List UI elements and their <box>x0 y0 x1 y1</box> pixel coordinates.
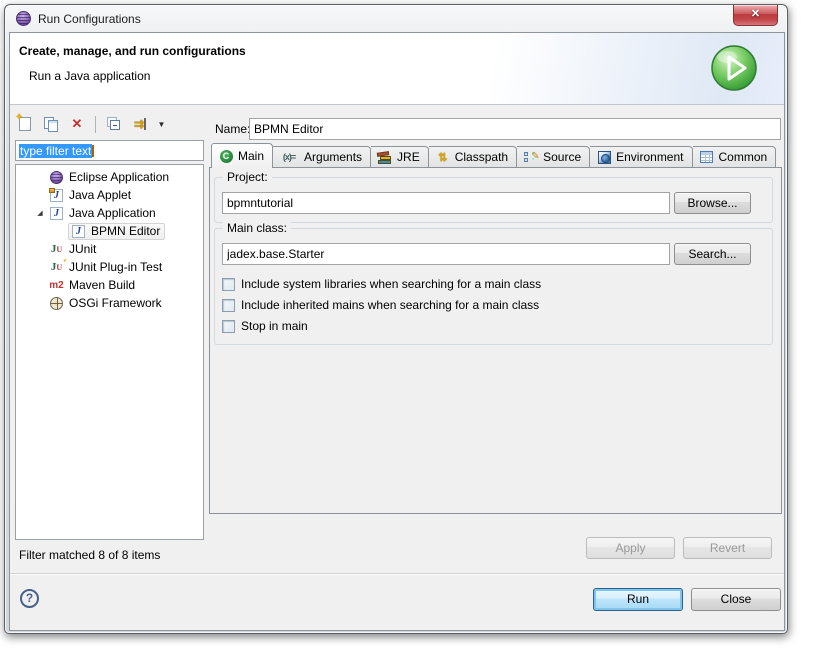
help-button[interactable]: ? <box>20 589 39 608</box>
tab-source[interactable]: ✎ Source <box>517 146 590 168</box>
browse-button[interactable]: Browse... <box>674 192 751 214</box>
new-configuration-icon: ✦ <box>19 117 31 131</box>
duplicate-icon <box>44 117 59 132</box>
tab-environment[interactable]: Environment <box>590 146 692 168</box>
main-class-label: Main class: <box>223 221 291 235</box>
checkbox-unchecked[interactable] <box>222 299 235 312</box>
close-button[interactable]: Close <box>691 588 781 611</box>
dialog-content: Create, manage, and run configurations R… <box>9 32 785 631</box>
java-applet-icon: J <box>49 188 64 203</box>
tab-jre[interactable]: JRE <box>371 146 429 168</box>
tree-item-maven-build[interactable]: m2 Maven Build <box>16 276 203 294</box>
tree-item-eclipse-application[interactable]: Eclipse Application <box>16 168 203 186</box>
name-input[interactable] <box>249 118 781 140</box>
checkbox-unchecked[interactable] <box>222 278 235 291</box>
environment-tab-icon <box>596 150 612 164</box>
main-tab-icon: C <box>218 149 234 163</box>
main-tab-panel: Project: Browse... Main class: Search...… <box>209 167 782 514</box>
window-close-button[interactable]: ✕ <box>733 5 778 26</box>
run-configurations-dialog: Run Configurations ✕ Create, manage, and… <box>4 4 788 634</box>
apply-button[interactable]: Apply <box>586 537 675 559</box>
tree-item-java-applet[interactable]: J Java Applet <box>16 186 203 204</box>
configurations-toolbar: ✦ ✕ ⇉ ▼ <box>15 112 168 136</box>
jre-tab-icon <box>377 150 393 164</box>
common-tab-icon <box>699 150 715 164</box>
tree-item-label: BPMN Editor <box>91 224 160 238</box>
tree-item-java-application[interactable]: ◢ J Java Application <box>16 204 203 222</box>
checkbox-row-system-libraries[interactable]: Include system libraries when searching … <box>222 276 541 292</box>
java-application-icon: J <box>71 224 86 239</box>
checkbox-label: Include system libraries when searching … <box>241 277 541 291</box>
classpath-tab-icon: ⇅ <box>435 150 451 164</box>
expand-arrow-icon[interactable]: ◢ <box>34 209 46 217</box>
checkbox-label: Include inherited mains when searching f… <box>241 298 539 312</box>
filter-icon: ⇉ <box>134 117 146 131</box>
tree-item-label: OSGi Framework <box>69 296 162 310</box>
titlebar[interactable]: Run Configurations <box>5 5 787 32</box>
main-class-input[interactable] <box>222 243 670 265</box>
checkbox-row-inherited-mains[interactable]: Include inherited mains when searching f… <box>222 297 539 313</box>
duplicate-configuration-button[interactable] <box>41 114 61 134</box>
banner-title: Create, manage, and run configurations <box>19 44 246 58</box>
main-class-group: Main class: Search... Include system lib… <box>214 228 773 345</box>
tab-classpath[interactable]: ⇅ Classpath <box>429 146 517 168</box>
java-application-icon: J <box>49 206 64 221</box>
eclipse-application-icon <box>49 170 64 185</box>
junit-icon: JU <box>49 242 64 257</box>
chevron-down-icon: ▼ <box>158 120 166 129</box>
checkbox-label: Stop in main <box>241 319 308 333</box>
tree-item-label: Java Applet <box>69 188 131 202</box>
banner-subtitle: Run a Java application <box>29 69 150 83</box>
project-label: Project: <box>223 170 272 184</box>
maven-icon: m2 <box>49 278 64 293</box>
filter-status-text: Filter matched 8 of 8 items <box>19 548 160 562</box>
osgi-icon <box>49 296 64 311</box>
tab-arguments[interactable]: (x)= Arguments <box>272 146 371 168</box>
collapse-all-icon <box>107 117 121 131</box>
tabbar: C Main (x)= Arguments JRE ⇅ Classpath ✎ … <box>211 143 776 168</box>
name-label: Name: <box>215 122 250 136</box>
help-icon: ? <box>26 591 33 605</box>
tree-item-junit[interactable]: JU JUnit <box>16 240 203 258</box>
tree-item-label: JUnit <box>69 242 96 256</box>
new-configuration-button[interactable]: ✦ <box>15 114 35 134</box>
revert-button[interactable]: Revert <box>683 537 772 559</box>
project-input[interactable] <box>222 192 670 214</box>
filter-menu-dropdown[interactable]: ▼ <box>156 114 168 134</box>
eclipse-logo-icon <box>16 11 31 26</box>
arguments-tab-icon: (x)= <box>278 150 300 164</box>
window-title: Run Configurations <box>38 12 141 26</box>
configurations-tree[interactable]: Eclipse Application J Java Applet ◢ J Ja… <box>15 164 204 540</box>
header-banner: Create, manage, and run configurations R… <box>10 33 784 105</box>
filter-text-input[interactable]: type filter text <box>15 140 204 161</box>
tree-item-bpmn-editor[interactable]: J BPMN Editor <box>16 222 203 240</box>
tree-item-label: JUnit Plug-in Test <box>69 260 162 274</box>
tree-item-label: Java Application <box>69 206 156 220</box>
checkbox-unchecked[interactable] <box>222 320 235 333</box>
tree-item-label: Eclipse Application <box>69 170 169 184</box>
checkbox-row-stop-in-main[interactable]: Stop in main <box>222 318 308 334</box>
tree-item-label: Maven Build <box>69 278 135 292</box>
junit-plugin-icon: JU» <box>49 260 64 275</box>
filter-text-selection: type filter text <box>19 144 92 158</box>
source-tab-icon: ✎ <box>523 150 539 164</box>
filter-configurations-button[interactable]: ⇉ <box>130 114 150 134</box>
footer-separator <box>10 573 784 575</box>
project-group: Project: Browse... <box>214 177 773 223</box>
close-icon: ✕ <box>751 8 760 20</box>
text-caret <box>92 145 94 157</box>
tab-main[interactable]: C Main <box>211 143 273 168</box>
collapse-all-button[interactable] <box>104 114 124 134</box>
tree-item-junit-plugin-test[interactable]: JU» JUnit Plug-in Test <box>16 258 203 276</box>
run-orb-icon <box>710 44 758 92</box>
search-button[interactable]: Search... <box>674 243 751 265</box>
toolbar-separator <box>95 116 96 133</box>
run-button[interactable]: Run <box>593 588 683 611</box>
delete-icon: ✕ <box>72 116 83 132</box>
delete-configuration-button[interactable]: ✕ <box>67 114 87 134</box>
tree-item-osgi-framework[interactable]: OSGi Framework <box>16 294 203 312</box>
tab-common[interactable]: Common <box>693 146 777 168</box>
